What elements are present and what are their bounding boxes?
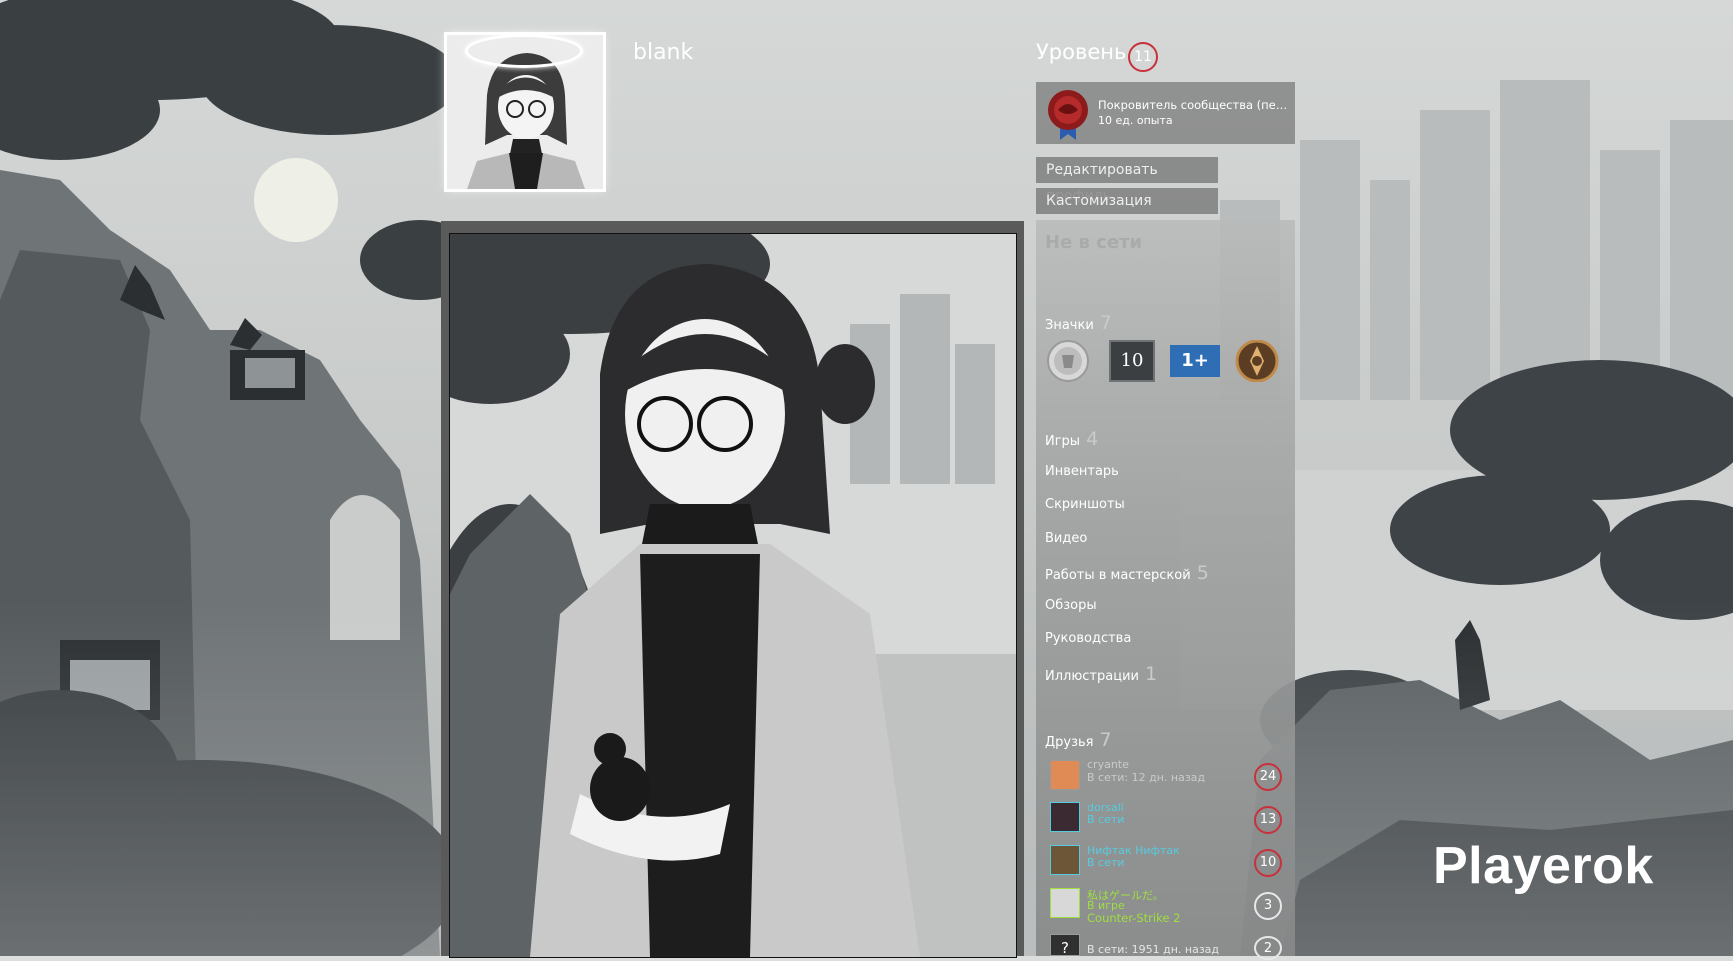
- online-status-subtitle: В сети: 117 дн. на...: [1045, 256, 1184, 271]
- friend-status: В сети: [1087, 856, 1125, 869]
- wax-seal-icon: [1048, 90, 1088, 140]
- friend-status: В сети: 1951 дн. назад: [1087, 943, 1220, 956]
- level-label: Уровень: [1036, 40, 1127, 64]
- online-status-title: Не в сети: [1045, 232, 1143, 253]
- halo-frame-decoration: [465, 34, 583, 68]
- edit-profile-button[interactable]: Редактировать профиль: [1036, 157, 1218, 204]
- nav-workshop[interactable]: Работы в мастерской 5: [1045, 562, 1209, 584]
- friend-level-badge: 13: [1254, 806, 1282, 834]
- friends-count: 7: [1099, 729, 1112, 751]
- friend-avatar[interactable]: [1050, 802, 1080, 832]
- nav-workshop-count: 5: [1196, 562, 1209, 584]
- status-days: 117: [1097, 256, 1125, 271]
- friend-avatar[interactable]: [1050, 760, 1080, 790]
- friend-name[interactable]: cryante: [1087, 758, 1129, 771]
- artwork-illustration: [450, 234, 1016, 957]
- nav-artwork-count: 1: [1144, 663, 1158, 685]
- level-badge[interactable]: 11: [1128, 42, 1158, 72]
- nav-artwork[interactable]: Иллюстрации 1: [1045, 663, 1157, 685]
- friend-avatar-unknown-icon[interactable]: ?: [1050, 934, 1080, 957]
- community-badge-icon[interactable]: [1045, 340, 1091, 382]
- favorite-badge-xp: 10 ед. опыта: [1098, 114, 1173, 127]
- favorite-badge-name[interactable]: Покровитель сообщества (первое ...: [1098, 98, 1290, 112]
- friend-level-badge: 3: [1254, 892, 1282, 920]
- badges-section-header[interactable]: Значки 7: [1045, 312, 1112, 334]
- friend-avatar[interactable]: [1050, 888, 1080, 918]
- friends-label: Друзья: [1045, 735, 1094, 750]
- one-plus-badge-icon[interactable]: 1+: [1170, 345, 1220, 377]
- friend-game: Counter-Strike 2: [1087, 911, 1181, 925]
- nav-screenshots[interactable]: Скриншоты: [1045, 497, 1125, 512]
- nav-reviews-label: Обзоры: [1045, 598, 1097, 613]
- friend-status: В сети: [1087, 813, 1125, 826]
- badges-count: 7: [1099, 312, 1112, 334]
- nav-videos-label: Видео: [1045, 531, 1088, 546]
- nav-guides-label: Руководства: [1045, 631, 1132, 646]
- nav-artwork-label: Иллюстрации: [1045, 669, 1139, 684]
- friend-status: В сети: 12 дн. назад: [1087, 771, 1206, 784]
- nav-games[interactable]: Игры 4: [1045, 428, 1098, 450]
- friend-level-badge: 10: [1254, 849, 1282, 877]
- customize-button[interactable]: Кастомизация: [1036, 188, 1218, 214]
- artwork-showcase-image[interactable]: [449, 233, 1017, 958]
- status-prefix: В сети:: [1045, 256, 1098, 271]
- playerok-watermark: Playerok: [1433, 837, 1654, 895]
- nav-inventory[interactable]: Инвентарь: [1045, 464, 1119, 479]
- friends-section-header[interactable]: Друзья 7: [1045, 729, 1112, 751]
- friend-avatar[interactable]: [1050, 845, 1080, 875]
- nav-workshop-label: Работы в мастерской: [1045, 568, 1191, 583]
- nav-reviews[interactable]: Обзоры: [1045, 598, 1097, 613]
- badges-label: Значки: [1045, 318, 1094, 333]
- nav-videos[interactable]: Видео: [1045, 531, 1087, 546]
- nav-screenshots-label: Скриншоты: [1045, 497, 1125, 512]
- status-suffix: дн. на...: [1124, 256, 1184, 271]
- nav-inventory-label: Инвентарь: [1045, 464, 1119, 479]
- friend-level-badge: 2: [1254, 936, 1282, 960]
- persona-name: blank: [633, 40, 694, 65]
- years-10-badge-icon[interactable]: 10: [1109, 340, 1155, 382]
- nav-games-label: Игры: [1045, 434, 1081, 449]
- nav-games-count: 4: [1086, 428, 1099, 450]
- nav-guides[interactable]: Руководства: [1045, 631, 1131, 646]
- emblem-badge-icon[interactable]: [1234, 340, 1280, 382]
- friend-level-badge: 24: [1254, 763, 1282, 791]
